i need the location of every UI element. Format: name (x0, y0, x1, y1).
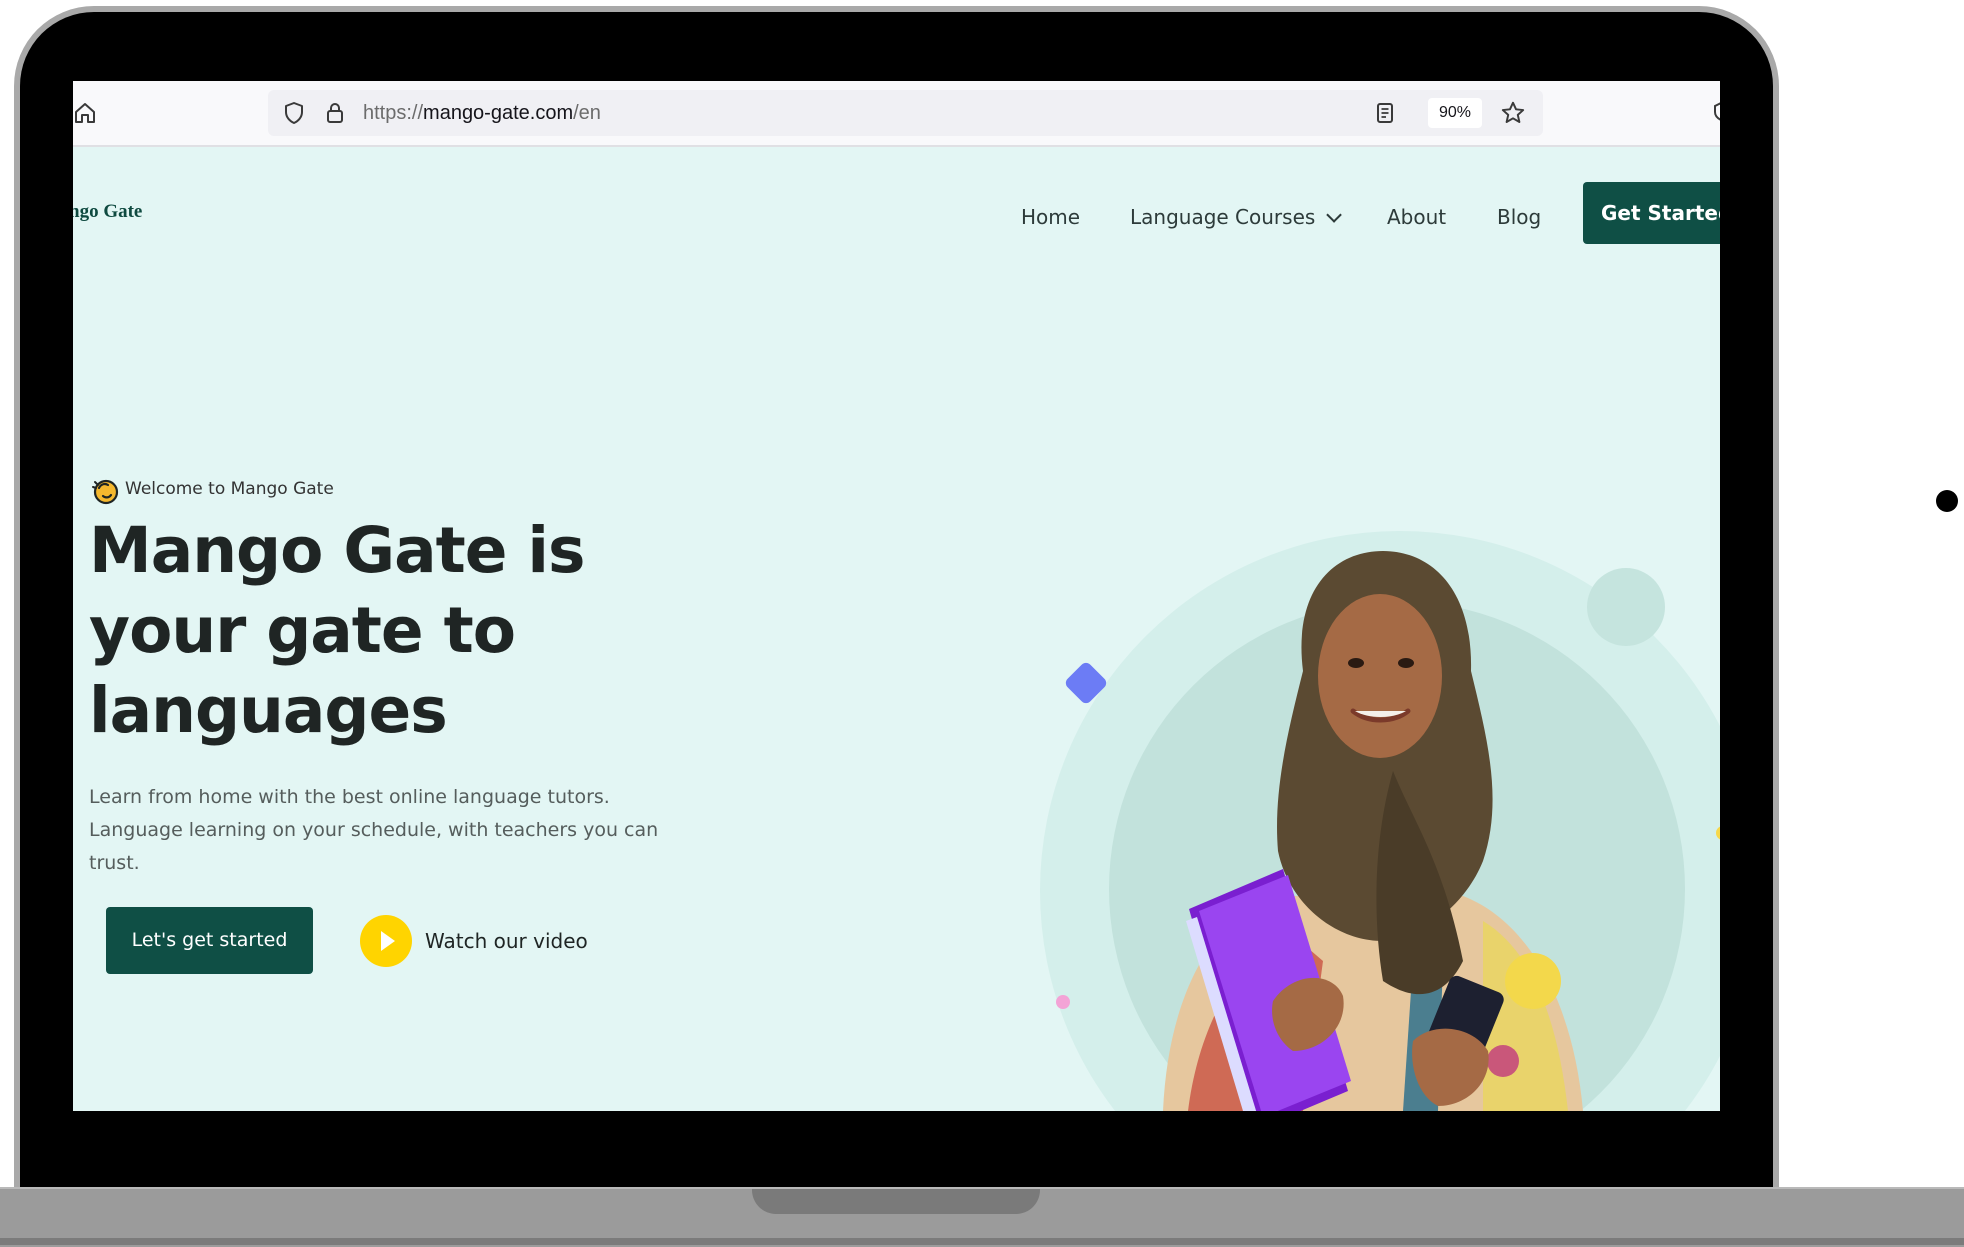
watch-video-link[interactable]: Watch our video (425, 929, 588, 953)
welcome-text: Welcome to Mango Gate (125, 479, 334, 499)
nav-blog[interactable]: Blog (1497, 205, 1541, 229)
browser-toolbar: https://mango-gate.com/en 90% (73, 81, 1720, 147)
site-logo[interactable]: ngo Gate (73, 201, 142, 223)
shield-icon[interactable] (282, 101, 306, 125)
nav-home[interactable]: Home (1021, 205, 1080, 229)
laptop-screen: https://mango-gate.com/en 90% ngo Gate H… (73, 81, 1720, 1111)
waving-hand-icon (92, 479, 119, 505)
address-bar[interactable]: https://mango-gate.com/en 90% (268, 90, 1543, 136)
decorative-dot (1936, 490, 1958, 512)
shield-icon[interactable] (1709, 101, 1720, 125)
url-text[interactable]: https://mango-gate.com/en (363, 102, 601, 125)
decorative-bubble (1587, 568, 1665, 646)
laptop-base-edge (0, 1238, 1964, 1245)
play-icon[interactable] (360, 915, 412, 967)
zoom-level-button[interactable]: 90% (1428, 98, 1482, 128)
lets-get-started-button[interactable]: Let's get started (106, 907, 313, 974)
url-scheme: https:// (363, 102, 424, 124)
nav-about[interactable]: About (1387, 205, 1446, 229)
decorative-dot-pink (1056, 995, 1070, 1009)
laptop-notch (752, 1189, 1040, 1214)
url-domain: mango-gate.com (423, 102, 574, 124)
chevron-down-icon (1326, 207, 1343, 223)
home-icon[interactable] (73, 101, 97, 125)
star-icon[interactable] (1500, 100, 1526, 126)
url-path: /en (573, 102, 601, 124)
reader-mode-icon[interactable] (1373, 101, 1397, 125)
get-started-button[interactable]: Get Started (1583, 182, 1720, 244)
lock-icon[interactable] (323, 101, 347, 125)
hero-illustration (1040, 531, 1720, 1111)
hero-description: Learn from home with the best online lan… (89, 786, 659, 874)
hero-title: Mango Gate is your gate to languages (89, 514, 585, 747)
nav-language-courses[interactable]: Language Courses (1130, 205, 1343, 229)
nav-language-courses-label: Language Courses (1130, 205, 1316, 229)
